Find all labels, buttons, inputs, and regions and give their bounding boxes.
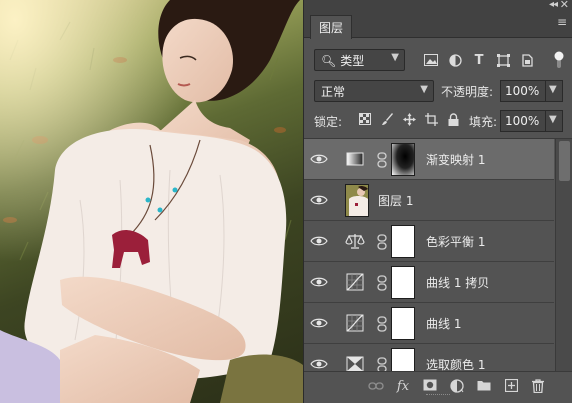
layer-mask-thumbnail[interactable]	[391, 348, 415, 371]
layers-panel: ◂◂ ✕ 图层 ≡ 🔍︎ 类型 ▼ T 正常 ▼ 不透明度: 100% ▼ 锁定…	[303, 0, 572, 403]
lock-position-icon[interactable]	[402, 113, 416, 129]
layer-thumbnail[interactable]	[345, 184, 369, 217]
layer-mask-thumbnail[interactable]	[391, 143, 415, 176]
eye-icon[interactable]	[310, 315, 328, 331]
tab-layers[interactable]: 图层	[310, 15, 353, 39]
gradient-map-icon	[346, 152, 364, 166]
layer-mask-thumbnail[interactable]	[391, 266, 415, 299]
chevron-down-icon: ▼	[420, 84, 428, 95]
panel-menu-icon[interactable]: ≡	[557, 16, 567, 28]
mask-link-icon[interactable]	[376, 316, 388, 332]
blend-mode-value: 正常	[321, 85, 346, 99]
fill-label: 填充:	[469, 115, 498, 129]
fill-input[interactable]: 100%	[500, 110, 546, 132]
opacity-label: 不透明度:	[441, 85, 494, 99]
chevron-down-icon: ▼	[549, 84, 557, 95]
filter-kind-select[interactable]: 🔍︎ 类型 ▼	[314, 49, 405, 71]
panel-title-bar: ◂◂ ✕	[304, 0, 572, 12]
new-adjustment-icon[interactable]	[449, 379, 465, 395]
layer-name[interactable]: 选取颜色 1	[426, 356, 485, 371]
eye-icon[interactable]	[310, 274, 328, 290]
blend-opacity-row: 正常 ▼ 不透明度: 100% ▼	[304, 78, 572, 106]
link-layers-icon[interactable]	[368, 379, 384, 395]
layers-scrollbar[interactable]	[555, 139, 572, 371]
curves-icon	[346, 273, 364, 291]
resize-grip[interactable]	[426, 394, 450, 397]
mask-link-icon[interactable]	[376, 152, 388, 168]
collapse-panel-icon[interactable]: ◂◂	[549, 0, 558, 10]
fx-icon[interactable]: fx	[395, 379, 411, 395]
chevron-down-icon: ▼	[549, 114, 557, 125]
lock-transparent-icon[interactable]	[358, 113, 372, 129]
curves-icon	[346, 314, 364, 332]
layer-row-gradient-map[interactable]: 渐变映射 1	[304, 139, 554, 180]
layer-name[interactable]: 色彩平衡 1	[426, 233, 485, 250]
chevron-down-icon: ▼	[391, 52, 399, 63]
panel-tab-bar: 图层 ≡	[304, 12, 572, 39]
eye-icon[interactable]	[310, 233, 328, 249]
smart-object-filter-icon[interactable]	[520, 54, 534, 68]
layer-mask-thumbnail[interactable]	[391, 307, 415, 340]
filter-toggle-icon[interactable]	[552, 51, 566, 69]
photo-image	[0, 0, 303, 403]
layer-name[interactable]: 渐变映射 1	[426, 151, 485, 168]
layer-row-color-balance[interactable]: 色彩平衡 1	[304, 221, 554, 262]
adjustment-filter-icon[interactable]	[448, 54, 462, 68]
scrollbar-thumb[interactable]	[559, 141, 570, 181]
shape-filter-icon[interactable]	[496, 54, 510, 68]
delete-icon[interactable]	[530, 379, 546, 395]
balance-scale-icon	[345, 234, 365, 249]
layer-name[interactable]: 曲线 1	[426, 315, 461, 332]
mask-link-icon[interactable]	[376, 275, 388, 291]
image-filter-icon[interactable]	[424, 54, 438, 68]
layers-bottom-bar: fx	[304, 371, 572, 403]
layer-row-curves-copy[interactable]: 曲线 1 拷贝	[304, 262, 554, 303]
lock-artboard-icon[interactable]	[424, 113, 438, 129]
fill-dropdown-button[interactable]: ▼	[546, 110, 563, 132]
layer-row-selective-color[interactable]: 选取颜色 1	[304, 344, 554, 371]
mask-link-icon[interactable]	[376, 234, 388, 250]
new-group-icon[interactable]	[476, 379, 492, 395]
new-layer-icon[interactable]	[503, 378, 519, 395]
type-filter-icon[interactable]: T	[472, 54, 486, 68]
layer-mask-thumbnail[interactable]	[391, 225, 415, 258]
selective-color-icon	[346, 356, 364, 371]
lock-fill-row: 锁定: 填充: 100% ▼	[304, 108, 572, 136]
search-icon: 🔍︎	[321, 54, 337, 68]
opacity-input[interactable]: 100%	[500, 80, 546, 102]
lock-all-icon[interactable]	[446, 113, 460, 129]
opacity-dropdown-button[interactable]: ▼	[546, 80, 563, 102]
blend-mode-select[interactable]: 正常 ▼	[314, 80, 434, 102]
layer-name[interactable]: 曲线 1 拷贝	[426, 274, 489, 291]
lock-label: 锁定:	[314, 115, 343, 129]
add-mask-icon[interactable]	[422, 379, 438, 395]
layer-row-curves[interactable]: 曲线 1	[304, 303, 554, 344]
eye-icon[interactable]	[310, 151, 328, 167]
layer-name[interactable]: 图层 1	[378, 192, 413, 209]
eye-icon[interactable]	[310, 192, 328, 208]
mask-link-icon[interactable]	[376, 357, 388, 371]
document-canvas[interactable]	[0, 0, 303, 403]
layers-list: 渐变映射 1 图层 1 色彩平衡 1 曲线 1 拷贝 曲线 1 选取颜色 1	[304, 138, 572, 371]
filter-kind-label: 类型	[340, 54, 365, 68]
layer-row-pixel[interactable]: 图层 1	[304, 180, 554, 221]
layer-filter-row: 🔍︎ 类型 ▼ T	[304, 44, 572, 76]
close-icon[interactable]: ✕	[560, 0, 569, 11]
lock-pixels-icon[interactable]	[380, 113, 394, 129]
eye-icon[interactable]	[310, 356, 328, 371]
